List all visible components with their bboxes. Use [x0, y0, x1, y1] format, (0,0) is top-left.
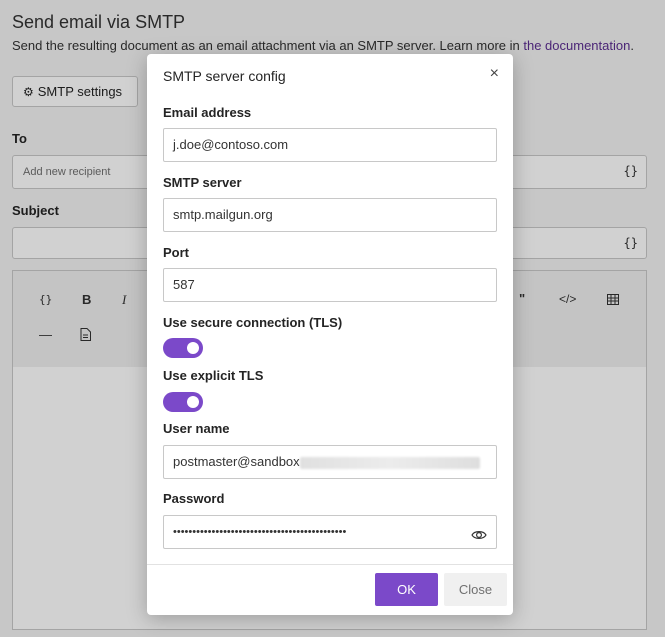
port-field[interactable]: 587	[163, 268, 497, 302]
redacted-text	[299, 456, 480, 469]
close-icon[interactable]: ×	[490, 65, 499, 83]
username-value: postmaster@sandbox	[173, 454, 300, 469]
close-button[interactable]: Close	[444, 573, 507, 606]
port-label: Port	[163, 245, 189, 260]
username-label: User name	[163, 421, 230, 436]
dialog-title: SMTP server config	[163, 68, 286, 84]
ok-button[interactable]: OK	[375, 573, 438, 606]
username-field[interactable]: postmaster@sandbox	[163, 445, 497, 479]
smtp-server-label: SMTP server	[163, 175, 242, 190]
email-field[interactable]: j.doe@contoso.com	[163, 128, 497, 162]
explicit-tls-label: Use explicit TLS	[163, 368, 264, 383]
tls-label: Use secure connection (TLS)	[163, 315, 343, 330]
email-label: Email address	[163, 105, 252, 120]
password-label: Password	[163, 491, 225, 506]
smtp-server-field[interactable]: smtp.mailgun.org	[163, 198, 497, 232]
password-field[interactable]: ••••••••••••••••••••••••••••••••••••••••…	[163, 515, 497, 549]
eye-icon[interactable]	[471, 524, 487, 540]
password-value: ••••••••••••••••••••••••••••••••••••••••…	[173, 526, 347, 538]
explicit-tls-toggle[interactable]	[163, 392, 203, 412]
smtp-config-dialog: SMTP server config × Email address j.doe…	[147, 54, 513, 615]
dialog-footer: OK Close	[147, 564, 513, 616]
tls-toggle[interactable]	[163, 338, 203, 358]
